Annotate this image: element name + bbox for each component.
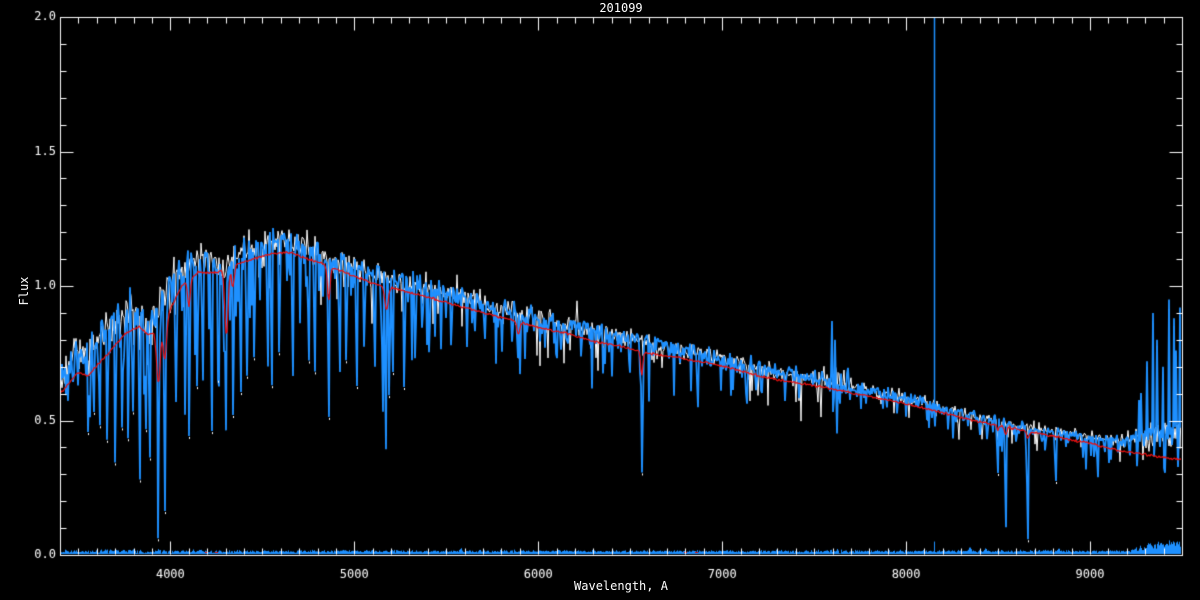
- y-axis-label: Flux: [17, 276, 31, 306]
- spectrum-canvas: [0, 0, 1200, 600]
- plot-title: 201099: [599, 1, 643, 15]
- x-axis-label: Wavelength, A: [574, 579, 668, 593]
- spectrum-plot-window: 201099 Wavelength, A Flux: [0, 0, 1200, 600]
